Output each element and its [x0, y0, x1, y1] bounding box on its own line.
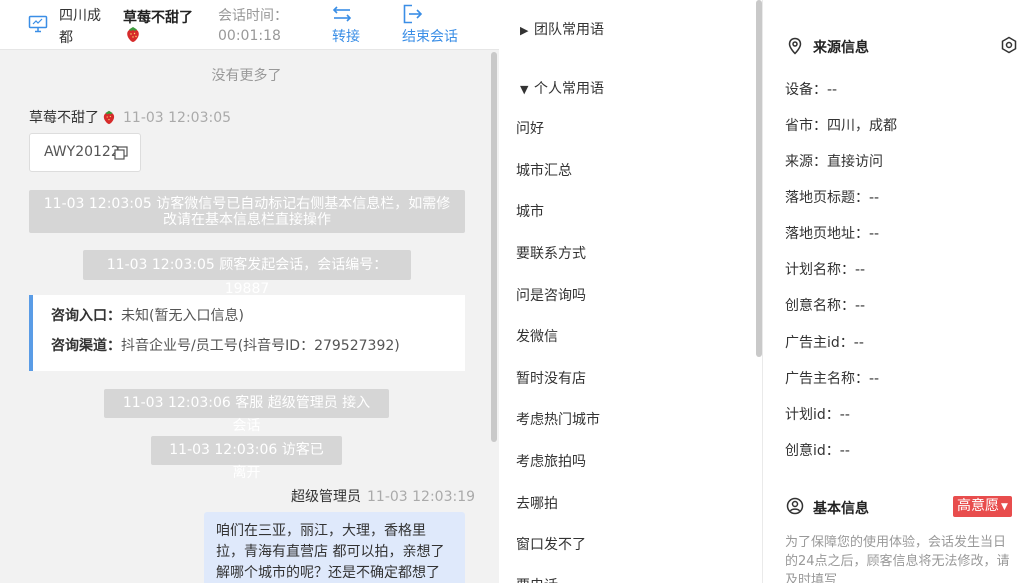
- source-field: 省市：四川，成都: [785, 118, 897, 134]
- consult-channel-label: 咨询渠道：: [51, 338, 121, 354]
- consult-entry-label: 咨询入口：: [51, 308, 121, 324]
- source-field: 计划id：--: [785, 407, 850, 423]
- caret-down-icon: ▼: [520, 83, 529, 96]
- source-field: 广告主id：--: [785, 335, 864, 351]
- settings-icon[interactable]: [1000, 36, 1018, 54]
- phrase-item[interactable]: 考虑旅拍吗: [516, 451, 586, 471]
- visitor-message-time: 11-03 12:03:05: [123, 110, 232, 126]
- phrase-item[interactable]: 窗口发不了: [516, 534, 586, 554]
- no-more-messages: 没有更多了: [211, 68, 282, 84]
- visitor-location: 四川成都: [59, 8, 101, 46]
- phrase-item[interactable]: 去哪拍: [516, 493, 558, 513]
- source-field: 广告主名称：--: [785, 371, 880, 387]
- phrase-item[interactable]: 问是咨询吗: [516, 285, 586, 305]
- consult-channel-value: 抖音企业号/员工号(抖音号ID：279527392): [121, 338, 400, 354]
- info-edit-notice: 为了保障您的使用体验，会话发生当日的24点之后，顾客信息将无法修改，请及时填写: [785, 535, 1010, 583]
- phrases-scrollbar[interactable]: [756, 0, 762, 357]
- agent-message-header: 超级管理员 11-03 12:03:19: [291, 486, 475, 506]
- location-pin-icon: [788, 37, 802, 55]
- consult-entry-value: 未知(暂无入口信息): [121, 308, 244, 324]
- phrase-item[interactable]: 城市: [516, 201, 544, 221]
- system-message: 11-03 12:03:05 顾客发起会话，会话编号：19887: [83, 250, 411, 297]
- source-field: 计划名称：--: [785, 262, 866, 278]
- phrase-group-personal-label: 个人常用语: [534, 81, 604, 97]
- phrase-group-personal[interactable]: ▼ 个人常用语: [520, 78, 604, 98]
- phrase-item[interactable]: 要电话: [516, 575, 558, 583]
- copy-icon[interactable]: [114, 146, 128, 160]
- agent-sender-name: 超级管理员: [291, 489, 361, 505]
- phrase-item[interactable]: 要联系方式: [516, 243, 586, 263]
- source-field: 落地页地址：--: [785, 226, 880, 242]
- consult-channel-row: 咨询渠道：抖音企业号/员工号(抖音号ID：279527392): [51, 337, 465, 355]
- app-root: 四川成都 草莓不甜了 会话时间： 00:01:18 转接 结束会话 没有更多了 …: [0, 0, 1033, 583]
- agent-message-bubble: 咱们在三亚，丽江，大理，香格里拉，青海有直营店 都可以拍，亲想了解哪个城市的呢？…: [204, 512, 465, 583]
- visitor-message-header: 草莓不甜了 11-03 12:03:05: [29, 107, 231, 127]
- source-info-title: 来源信息: [813, 40, 869, 56]
- source-field: 来源：直接访问: [785, 154, 883, 170]
- user-circle-icon: [786, 497, 804, 515]
- end-session-label: 结束会话: [402, 29, 458, 45]
- source-field: 落地页标题：--: [785, 190, 880, 206]
- phrase-item[interactable]: 发微信: [516, 326, 558, 346]
- source-field: 创意名称：--: [785, 298, 866, 314]
- transfer-label: 转接: [332, 29, 360, 45]
- phrase-item[interactable]: 问好: [516, 118, 544, 138]
- strawberry-icon: [127, 27, 139, 42]
- phrase-item[interactable]: 考虑热门城市: [516, 409, 600, 429]
- phrase-group-team[interactable]: ▶ 团队常用语: [520, 19, 604, 39]
- chat-header: 四川成都 草莓不甜了 会话时间： 00:01:18 转接 结束会话: [0, 0, 499, 50]
- visitor-sender-name: 草莓不甜了: [29, 110, 99, 126]
- visitor-code-bubble[interactable]: AWY20122: [29, 133, 141, 172]
- consult-entry-row: 咨询入口：未知(暂无入口信息): [51, 307, 465, 325]
- phrase-group-team-label: 团队常用语: [534, 22, 604, 38]
- visitor-code-text: AWY20122: [44, 144, 120, 160]
- source-field: 创意id：--: [785, 443, 850, 459]
- session-time-value: 00:01:18: [218, 28, 281, 44]
- caret-right-icon: ▶: [520, 24, 529, 37]
- basic-info-title: 基本信息: [813, 501, 869, 517]
- consult-info-card: 咨询入口：未知(暂无入口信息) 咨询渠道：抖音企业号/员工号(抖音号ID：279…: [29, 295, 465, 371]
- transfer-icon: [332, 6, 352, 22]
- chat-panel: 四川成都 草莓不甜了 会话时间： 00:01:18 转接 结束会话 没有更多了 …: [0, 0, 499, 583]
- intent-dropdown[interactable]: 高意愿 ▼: [953, 496, 1012, 517]
- system-message: 11-03 12:03:06 客服 超级管理员 接入会话: [104, 389, 389, 434]
- caret-down-icon: ▼: [1001, 502, 1008, 512]
- visitor-name: 草莓不甜了: [123, 10, 193, 26]
- chat-scrollbar[interactable]: [491, 52, 497, 442]
- phrase-item[interactable]: 暂时没有店: [516, 368, 586, 388]
- intent-label: 高意愿: [957, 498, 999, 514]
- phrases-panel: ▶ 团队常用语 ▼ 个人常用语 问好 城市汇总 城市 要联系方式 问是咨询吗 发微信…: [499, 0, 763, 583]
- transfer-button[interactable]: 转接: [332, 3, 360, 46]
- agent-message-time: 11-03 12:03:19: [367, 489, 476, 505]
- system-message: 11-03 12:03:05 访客微信号已自动标记右侧基本信息栏，如需修改请在基…: [29, 190, 465, 233]
- session-time-label: 会话时间：: [218, 8, 288, 24]
- monitor-icon: [28, 15, 48, 33]
- phrase-item[interactable]: 城市汇总: [516, 160, 572, 180]
- info-panel: 来源信息 设备：-- 省市：四川，成都 来源：直接访问 落地页标题：-- 落地页…: [763, 0, 1033, 583]
- source-field: 设备：--: [785, 82, 838, 98]
- exit-icon: [403, 4, 423, 24]
- system-message: 11-03 12:03:06 访客已离开: [151, 436, 342, 481]
- strawberry-icon: [103, 110, 115, 125]
- end-session-button[interactable]: 结束会话: [402, 3, 458, 46]
